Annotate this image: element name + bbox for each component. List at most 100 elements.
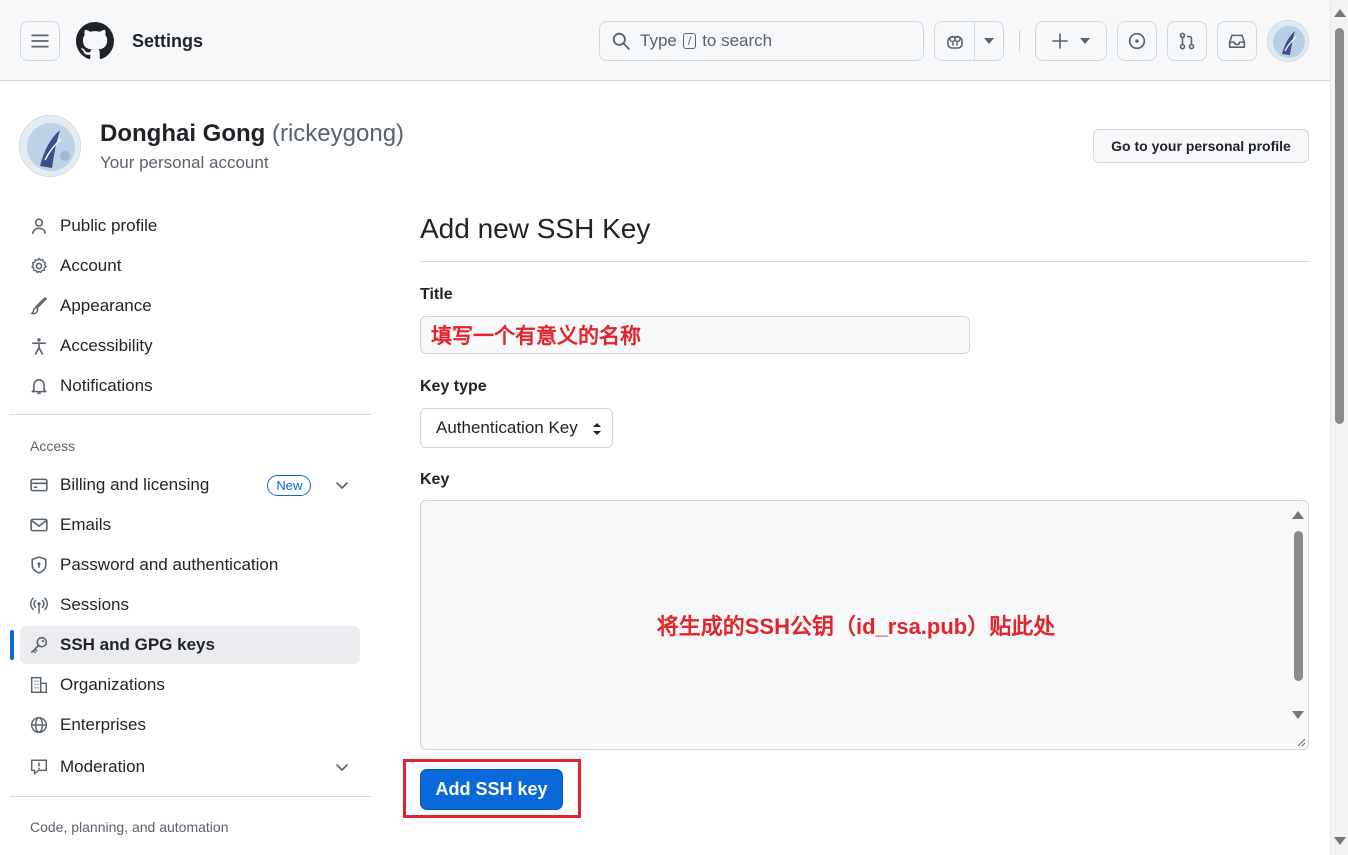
github-logo[interactable] xyxy=(76,22,114,60)
key-type-value: Authentication Key xyxy=(436,418,578,437)
search-input[interactable]: Type / to search xyxy=(599,21,924,61)
sidebar-item-label: SSH and GPG keys xyxy=(60,635,215,654)
issues-icon xyxy=(1128,32,1146,50)
copilot-button[interactable] xyxy=(935,22,975,60)
sidebar-heading-code: Code, planning, and automation xyxy=(30,819,229,835)
gear-icon xyxy=(31,257,47,274)
search-prefix: Type xyxy=(640,31,677,50)
create-new-button[interactable] xyxy=(1035,21,1107,61)
page-scrollbar[interactable] xyxy=(1330,0,1348,855)
issues-button[interactable] xyxy=(1117,21,1157,61)
key-type-label: Key type xyxy=(420,378,487,395)
account-avatar xyxy=(19,115,81,177)
paintbrush-icon xyxy=(30,297,48,315)
bell-icon xyxy=(31,379,47,395)
app-header: Settings Type / to search xyxy=(0,0,1330,81)
sidebar-item-notifications[interactable]: Notifications xyxy=(20,367,360,405)
inbox-button[interactable] xyxy=(1217,21,1257,61)
sidebar-item-label: Organizations xyxy=(60,675,165,694)
mail-icon xyxy=(30,518,48,532)
sidebar-item-label: Sessions xyxy=(60,595,129,614)
key-type-select[interactable]: Authentication Key xyxy=(420,408,613,448)
form-title: Add new SSH Key xyxy=(420,213,651,244)
title-field-value: 填写一个有意义的名称 xyxy=(431,325,641,348)
chevron-down-icon xyxy=(1080,38,1090,44)
hamburger-icon xyxy=(31,34,49,48)
key-textarea[interactable]: 将生成的SSH公钥（id_rsa.pub）贴此处 xyxy=(420,500,1309,750)
search-suffix: to search xyxy=(702,31,773,50)
menu-button[interactable] xyxy=(20,21,60,61)
sidebar-item-organizations[interactable]: Organizations xyxy=(20,666,360,704)
key-annotation: 将生成的SSH公钥（id_rsa.pub）贴此处 xyxy=(656,614,1056,639)
sidebar-item-enterprises[interactable]: Enterprises xyxy=(20,706,360,744)
sidebar-item-label: Emails xyxy=(60,515,112,534)
broadcast-icon xyxy=(30,597,48,614)
sidebar-item-moderation[interactable]: Moderation xyxy=(20,748,360,786)
active-indicator xyxy=(10,630,14,660)
title-label: Title xyxy=(420,286,453,303)
header-divider xyxy=(1019,30,1020,52)
sidebar-heading-access: Access xyxy=(30,438,76,454)
sidebar-item-billing[interactable]: Billing and licensing New xyxy=(20,466,360,504)
copilot-icon xyxy=(946,35,963,49)
pull-requests-button[interactable] xyxy=(1167,21,1207,61)
go-to-profile-button[interactable]: Go to your personal profile xyxy=(1093,129,1309,163)
textarea-scroll-down[interactable] xyxy=(1292,711,1304,719)
account-subtitle: Your personal account xyxy=(100,153,269,172)
scroll-up-arrow[interactable] xyxy=(1334,8,1346,18)
search-shortcut-key: / xyxy=(682,33,697,49)
scroll-thumb[interactable] xyxy=(1335,28,1344,424)
add-ssh-key-button[interactable]: Add SSH key xyxy=(420,769,563,810)
credit-card-icon xyxy=(30,478,48,492)
globe-icon xyxy=(30,716,48,734)
sidebar-divider xyxy=(10,796,371,797)
sidebar-item-sessions[interactable]: Sessions xyxy=(20,586,360,624)
resize-grip-icon[interactable] xyxy=(1294,735,1306,747)
new-badge: New xyxy=(267,474,312,496)
sidebar-item-label: Enterprises xyxy=(60,715,146,734)
chevron-down-icon xyxy=(984,38,994,44)
sidebar-item-accessibility[interactable]: Accessibility xyxy=(20,327,360,365)
user-avatar[interactable] xyxy=(1267,20,1309,62)
report-icon xyxy=(30,759,48,775)
chevron-down-icon[interactable] xyxy=(334,477,350,493)
account-login: (rickeygong) xyxy=(271,120,405,147)
shield-icon xyxy=(31,556,47,574)
sidebar-item-label: Moderation xyxy=(60,757,146,776)
search-icon xyxy=(612,32,630,50)
scroll-down-arrow[interactable] xyxy=(1334,836,1346,846)
sidebar-item-label: Accessibility xyxy=(60,336,153,355)
sidebar-item-label: Password and authentication xyxy=(60,555,279,574)
sidebar-item-password[interactable]: Password and authentication xyxy=(20,546,360,584)
textarea-scroll-thumb[interactable] xyxy=(1294,531,1303,681)
select-arrows-icon xyxy=(593,423,601,435)
title-field[interactable]: 填写一个有意义的名称 xyxy=(420,316,970,354)
accessibility-icon xyxy=(32,338,46,355)
page-title: Settings xyxy=(132,31,204,51)
sidebar-item-label: Billing and licensing xyxy=(60,475,210,494)
key-icon xyxy=(30,636,48,654)
sidebar-item-emails[interactable]: Emails xyxy=(20,506,360,544)
sidebar-divider xyxy=(10,414,371,415)
chevron-down-icon[interactable] xyxy=(334,759,350,775)
inbox-icon xyxy=(1228,34,1246,48)
copilot-button-group xyxy=(934,21,1004,61)
account-name: Donghai Gong (rickeygong) xyxy=(100,120,404,148)
copilot-dropdown[interactable] xyxy=(975,22,1003,60)
textarea-scroll-up[interactable] xyxy=(1292,511,1304,519)
sidebar-item-label: Appearance xyxy=(60,296,152,315)
sidebar-item-public-profile[interactable]: Public profile xyxy=(20,207,360,245)
title-divider xyxy=(420,261,1310,262)
sidebar-item-label: Notifications xyxy=(60,376,153,395)
pull-request-icon xyxy=(1179,32,1195,50)
person-icon xyxy=(32,218,46,234)
key-label: Key xyxy=(420,471,450,488)
plus-icon xyxy=(1052,33,1068,49)
sidebar-item-label: Public profile xyxy=(60,216,158,235)
organization-icon xyxy=(30,676,48,694)
textarea-scrollbar[interactable] xyxy=(1288,501,1308,749)
sidebar-item-label: Account xyxy=(60,256,122,275)
sidebar-item-appearance[interactable]: Appearance xyxy=(20,287,360,325)
sidebar-item-account[interactable]: Account xyxy=(20,247,360,285)
sidebar-item-ssh-gpg-keys[interactable]: SSH and GPG keys xyxy=(20,626,360,664)
